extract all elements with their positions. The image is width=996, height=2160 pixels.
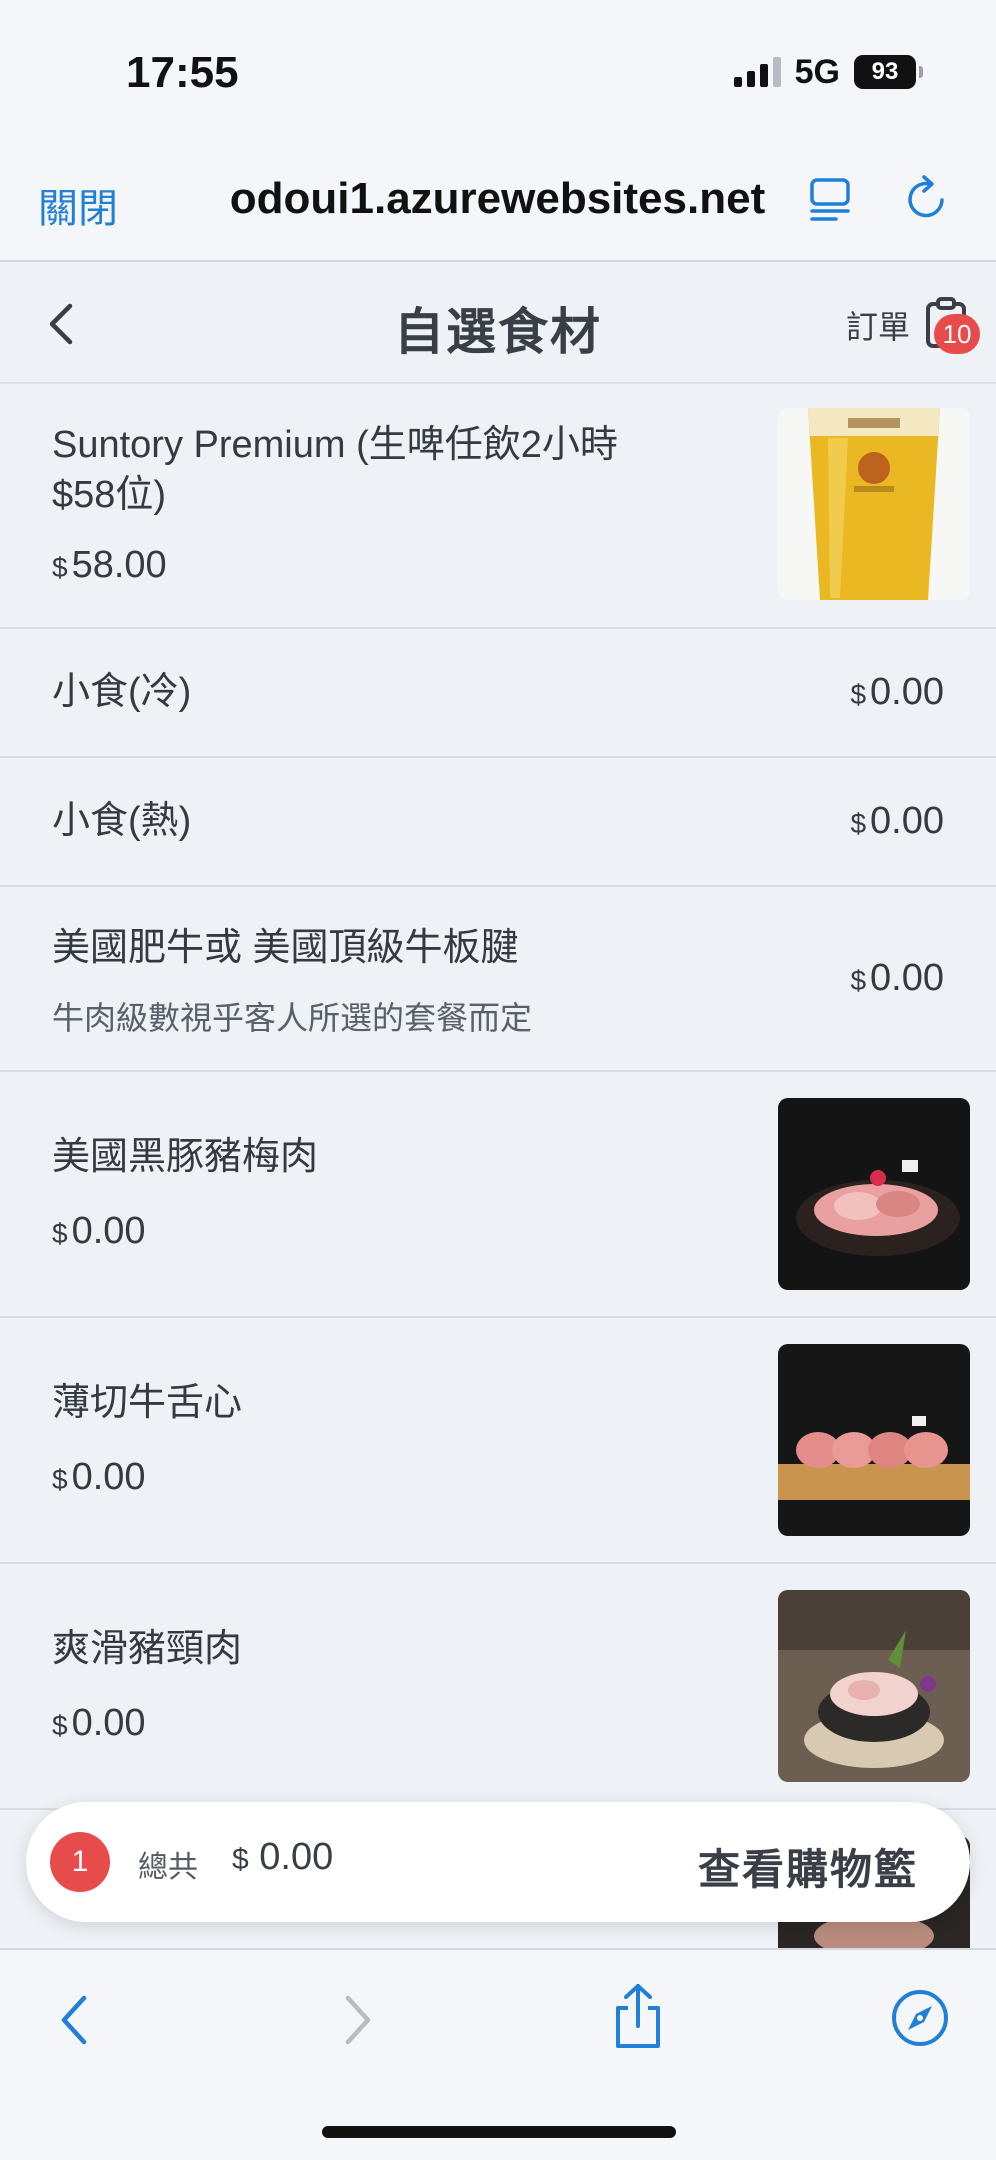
cart-summary-bar[interactable]: 1 總共 $ 0.00 查看購物籃	[26, 1802, 970, 1922]
browser-top-bar: 關閉 odoui1.azurewebsites.net	[0, 140, 996, 262]
battery-level: 93	[871, 58, 899, 85]
item-name: 小食(冷)	[52, 671, 192, 713]
item-price: $0.00	[850, 671, 944, 714]
signal-icon	[733, 57, 781, 87]
currency-symbol: $	[52, 1710, 68, 1741]
list-item[interactable]: 爽滑豬頸肉 $0.00	[0, 1564, 996, 1810]
currency-symbol: $	[52, 1464, 68, 1495]
item-name: 薄切牛舌心	[52, 1382, 243, 1424]
menu-list: Suntory Premium (生啤任飲2小時 $58位) $58.00 小食…	[0, 384, 996, 1950]
item-description: 牛肉級數視乎客人所選的套餐而定	[52, 1000, 533, 1036]
network-type: 5G	[794, 52, 840, 91]
cart-total-value: 0.00	[259, 1836, 334, 1878]
item-name: Suntory Premium (生啤任飲2小時 $58位)	[52, 420, 618, 520]
price-value: 0.00	[71, 1702, 146, 1744]
price-value: 0.00	[71, 1456, 146, 1498]
list-item[interactable]: 美國肥牛或 美國頂級牛板腱 牛肉級數視乎客人所選的套餐而定 $0.00	[0, 887, 996, 1072]
cart-total-label: 總共	[138, 1851, 198, 1884]
order-count-badge: 10	[934, 314, 980, 354]
url-display[interactable]: odoui1.azurewebsites.net	[160, 174, 835, 224]
close-button[interactable]: 關閉	[38, 176, 118, 234]
cart-total: $ 0.00	[232, 1836, 333, 1879]
item-name-line: $58位)	[52, 474, 167, 516]
share-icon[interactable]	[610, 1982, 666, 2052]
list-item[interactable]: 小食(冷) $0.00	[0, 629, 996, 758]
item-price: $0.00	[52, 1210, 146, 1253]
item-name: 爽滑豬頸肉	[52, 1628, 243, 1670]
price-value: 0.00	[870, 957, 944, 999]
pork-image	[778, 1098, 970, 1290]
currency-symbol: $	[232, 1843, 249, 1876]
reader-view-icon[interactable]	[806, 174, 856, 224]
browser-bottom-toolbar	[0, 1948, 996, 2160]
status-indicators: 5G 93	[733, 52, 923, 92]
list-item[interactable]: 小食(熱) $0.00	[0, 758, 996, 887]
currency-symbol: $	[850, 965, 867, 996]
list-item[interactable]: Suntory Premium (生啤任飲2小時 $58位) $58.00	[0, 384, 996, 629]
item-name-line: Suntory Premium (生啤任飲2小時	[52, 424, 618, 466]
status-bar: 17:55 5G 93	[0, 0, 996, 140]
currency-symbol: $	[850, 808, 867, 839]
item-price: $0.00	[52, 1702, 146, 1745]
price-value: 0.00	[870, 671, 944, 713]
order-label[interactable]: 訂單	[846, 302, 910, 348]
list-item[interactable]: 薄切牛舌心 $0.00	[0, 1318, 996, 1564]
currency-symbol: $	[850, 679, 867, 710]
battery-icon: 93	[854, 55, 923, 89]
item-price: $0.00	[52, 1456, 146, 1499]
status-time: 17:55	[126, 48, 239, 97]
refresh-icon[interactable]	[902, 174, 952, 224]
item-name: 小食(熱)	[52, 800, 192, 842]
compass-icon[interactable]	[890, 1988, 950, 2048]
item-price: $0.00	[850, 800, 944, 843]
beer-image	[778, 408, 970, 600]
view-cart-button[interactable]: 查看購物籃	[698, 1836, 918, 1897]
forward-icon[interactable]	[336, 1990, 380, 2050]
app-header: 自選食材 訂單	[0, 262, 996, 384]
price-value: 58.00	[71, 544, 167, 586]
item-price: $0.00	[850, 957, 944, 1000]
item-name: 美國黑豚豬梅肉	[52, 1136, 319, 1178]
pork-neck-image	[778, 1590, 970, 1782]
price-value: 0.00	[870, 800, 944, 842]
price-value: 0.00	[71, 1210, 146, 1252]
home-indicator	[322, 2126, 676, 2138]
back-icon[interactable]	[52, 1990, 96, 2050]
item-name: 美國肥牛或 美國頂級牛板腱	[52, 927, 519, 969]
currency-symbol: $	[52, 552, 68, 583]
item-price: $58.00	[52, 544, 167, 587]
cart-count-badge: 1	[50, 1832, 110, 1892]
list-item[interactable]: 美國黑豚豬梅肉 $0.00	[0, 1072, 996, 1318]
beef-tongue-image	[778, 1344, 970, 1536]
currency-symbol: $	[52, 1218, 68, 1249]
